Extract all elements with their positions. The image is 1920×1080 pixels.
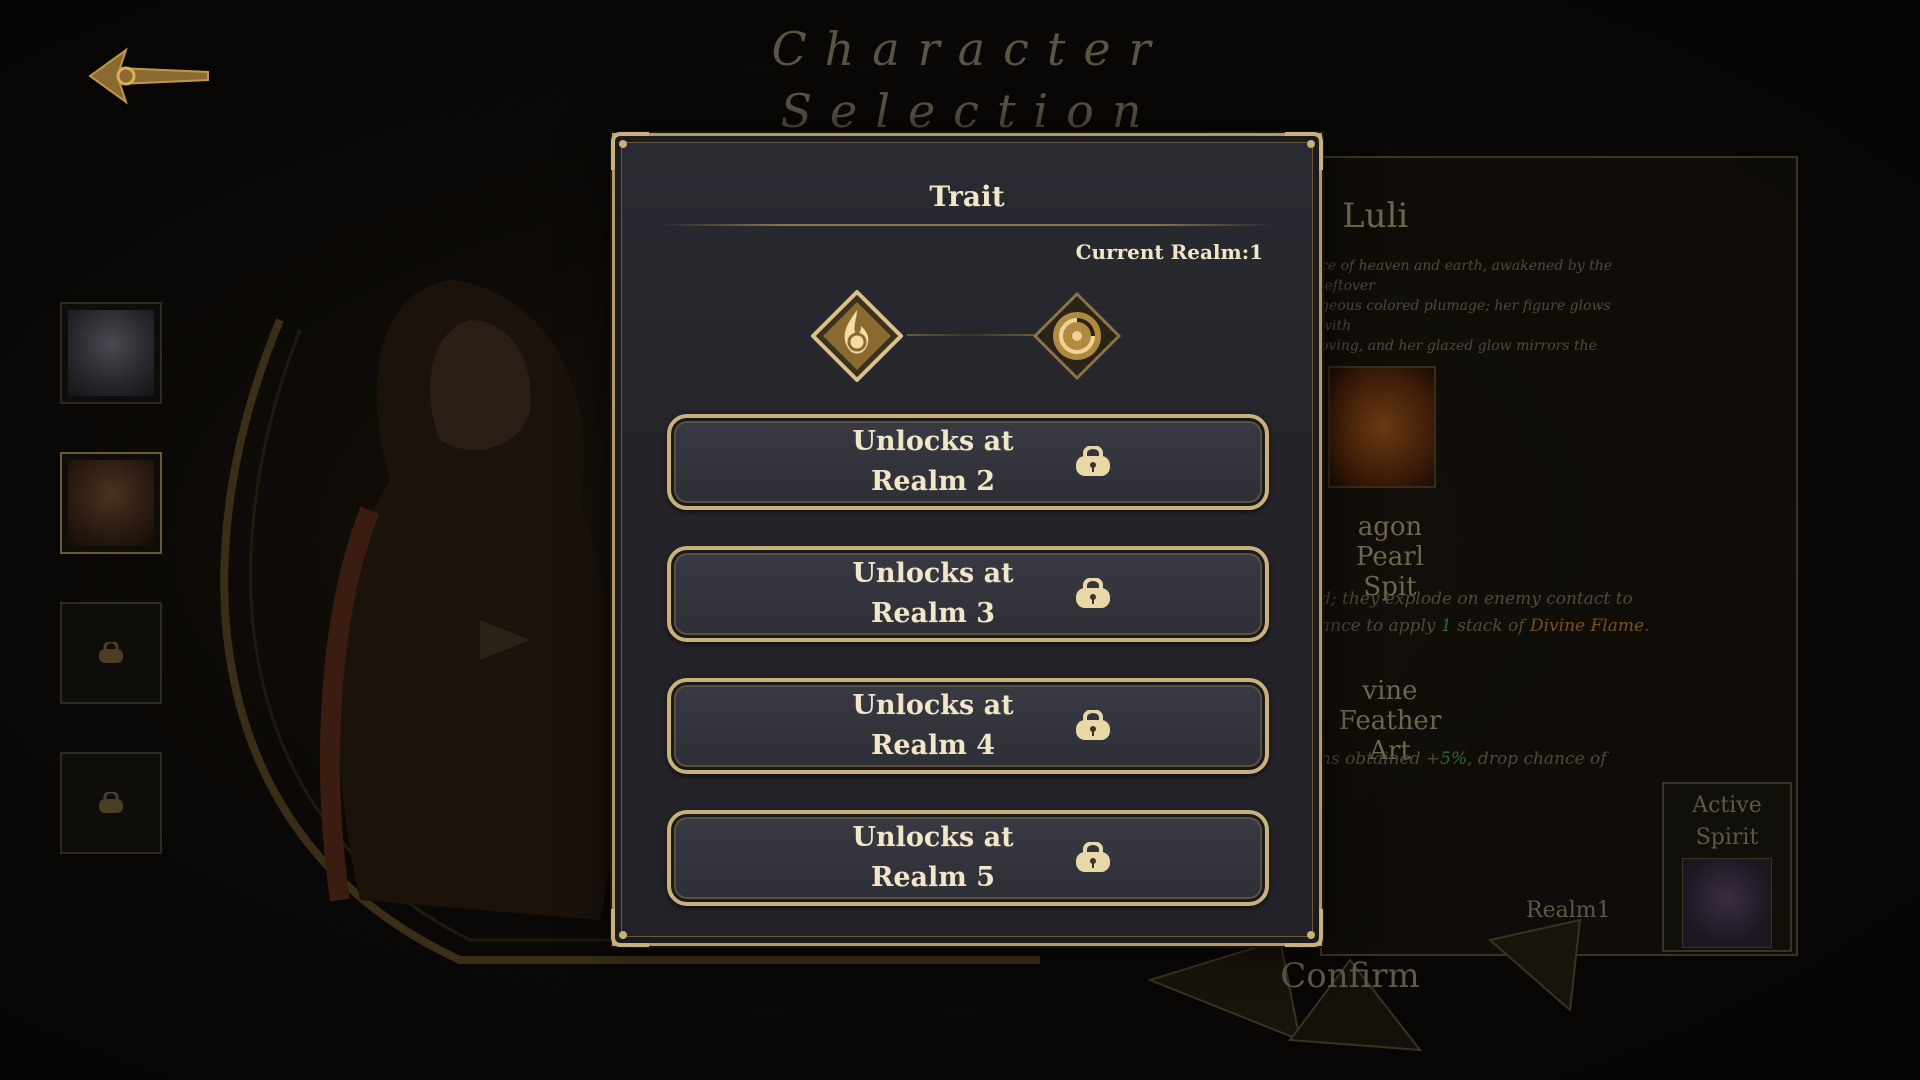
lock-icon bbox=[99, 642, 123, 663]
trait-icons bbox=[811, 282, 1131, 392]
skill-1-description: d; they explode on enemy contact to ance… bbox=[1320, 589, 1650, 636]
unlock-slot-realm-5[interactable]: Unlocks at Realm 5 bbox=[667, 810, 1269, 906]
corner-ornament-icon bbox=[611, 132, 649, 170]
flame-trait-icon[interactable] bbox=[811, 290, 903, 382]
lock-icon bbox=[99, 792, 123, 813]
trait-connector bbox=[907, 334, 1035, 336]
modal-title: Trait bbox=[929, 180, 1005, 213]
active-spirit-label: Active Spirit bbox=[1692, 793, 1762, 850]
spirit-portrait bbox=[1682, 858, 1772, 948]
unlock-label: Unlocks at Realm 4 bbox=[852, 690, 1014, 761]
roster-slot-4[interactable] bbox=[60, 752, 162, 854]
unlock-slot-realm-2[interactable]: Unlocks at Realm 2 bbox=[667, 414, 1269, 510]
lock-icon bbox=[1076, 446, 1110, 476]
lock-icon bbox=[1076, 710, 1110, 740]
character-art bbox=[320, 280, 618, 920]
back-arrow-icon[interactable] bbox=[86, 46, 212, 106]
realm-label: Realm1 bbox=[1526, 898, 1611, 923]
unlock-slot-realm-3[interactable]: Unlocks at Realm 3 bbox=[667, 546, 1269, 642]
roster-slot-3[interactable] bbox=[60, 602, 162, 704]
trait-modal: Trait Current Realm:1 Unlocks at Realm 2 bbox=[611, 132, 1323, 947]
corner-ornament-icon bbox=[1285, 909, 1323, 947]
active-spirit-panel[interactable]: Active Spirit bbox=[1662, 782, 1792, 952]
character-portrait bbox=[68, 460, 154, 546]
corner-ornament-icon bbox=[611, 909, 649, 947]
roster-slot-1[interactable] bbox=[60, 302, 162, 404]
spiral-trait-icon[interactable] bbox=[1031, 290, 1123, 382]
corner-ornament-icon bbox=[1285, 132, 1323, 170]
divider bbox=[661, 224, 1273, 226]
unlock-label: Unlocks at Realm 2 bbox=[852, 426, 1014, 497]
character-description: ce of heaven and earth, awakened by the … bbox=[1320, 258, 1612, 354]
current-realm: Current Realm:1 bbox=[1075, 240, 1263, 264]
lock-icon bbox=[1076, 842, 1110, 872]
confirm-button[interactable]: Confirm bbox=[1270, 956, 1430, 996]
skill-2-description: ns obtained +5%, drop chance of bbox=[1320, 749, 1607, 769]
lock-icon bbox=[1076, 578, 1110, 608]
unlock-label: Unlocks at Realm 5 bbox=[852, 822, 1014, 893]
skill-image bbox=[1328, 366, 1436, 488]
character-portrait bbox=[68, 310, 154, 396]
unlock-label: Unlocks at Realm 3 bbox=[852, 558, 1014, 629]
roster-slot-2[interactable] bbox=[60, 452, 162, 554]
character-name: Luli bbox=[1342, 196, 1409, 236]
unlock-slot-realm-4[interactable]: Unlocks at Realm 4 bbox=[667, 678, 1269, 774]
page-title: Character Selection bbox=[771, 22, 1169, 138]
